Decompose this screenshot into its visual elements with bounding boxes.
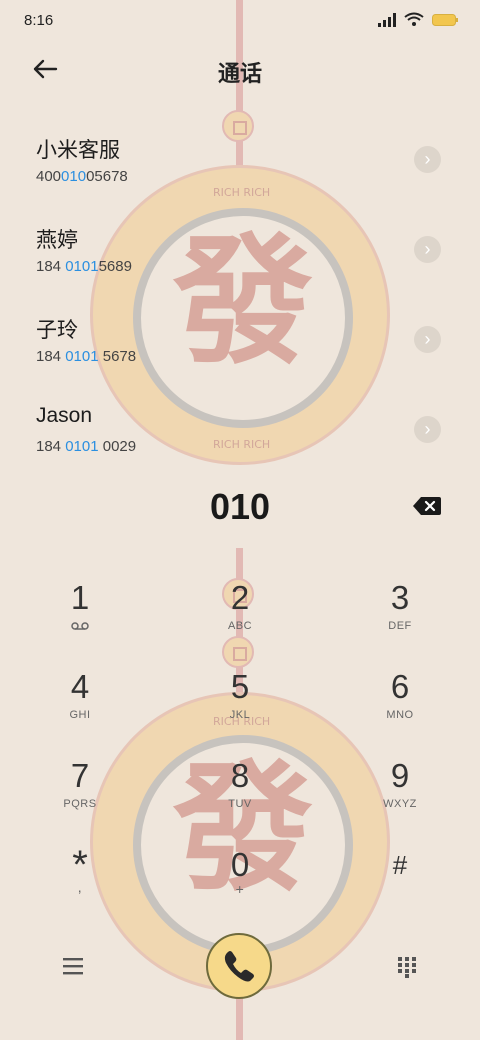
phone-icon [224,951,254,982]
contact-name: Jason [36,404,93,427]
key-5[interactable]: 5 JKL [180,667,300,747]
wifi-icon [404,12,424,26]
keypad-toggle-button[interactable] [397,956,417,978]
contact-number: 184 0101 5678 [36,348,137,365]
dialed-number: 010 [209,486,271,527]
key-7[interactable]: 7 PQRS [20,756,140,836]
status-time: 8:16 [24,12,54,29]
call-button[interactable] [206,933,272,999]
signal-icon [378,12,396,27]
page-title: 通话 [217,61,262,86]
contact-item[interactable]: 小米客服 40001005678 › [0,134,480,224]
key-9[interactable]: 9 WXYZ [340,756,460,836]
contact-number: 184 0101 0029 [36,438,137,455]
contact-number: 184 01015689 [36,258,132,275]
contact-item[interactable]: 子玲 184 0101 5678 › [0,314,480,404]
contact-item[interactable]: 燕婷 184 01015689 › [0,224,480,314]
contact-detail-chevron-icon[interactable]: › [414,326,441,353]
contact-detail-chevron-icon[interactable]: › [414,236,441,263]
key-4[interactable]: 4 GHI [20,667,140,747]
key-3[interactable]: 3 DEF [340,578,460,658]
key-star[interactable]: *, [20,845,140,925]
contact-number: 40001005678 [36,168,128,185]
key-hash[interactable]: # [340,845,460,925]
key-6[interactable]: 6 MNO [340,667,460,747]
contact-detail-chevron-icon[interactable]: › [414,146,441,173]
contact-item[interactable]: Jason 184 0101 0029 › [0,404,480,494]
key-8[interactable]: 8 TUV [180,756,300,836]
key-2[interactable]: 2 ABC [180,578,300,658]
voicemail-icon [71,622,89,630]
battery-icon [432,13,458,26]
contact-name: 子玲 [36,319,78,342]
key-0[interactable]: 0 + [180,845,300,925]
contact-name: 小米客服 [36,139,120,162]
menu-button[interactable] [62,956,84,976]
backspace-button[interactable] [412,495,442,517]
contact-detail-chevron-icon[interactable]: › [414,416,441,443]
key-1[interactable]: 1 [20,578,140,658]
status-icons [378,12,458,27]
contact-name: 燕婷 [36,229,78,252]
